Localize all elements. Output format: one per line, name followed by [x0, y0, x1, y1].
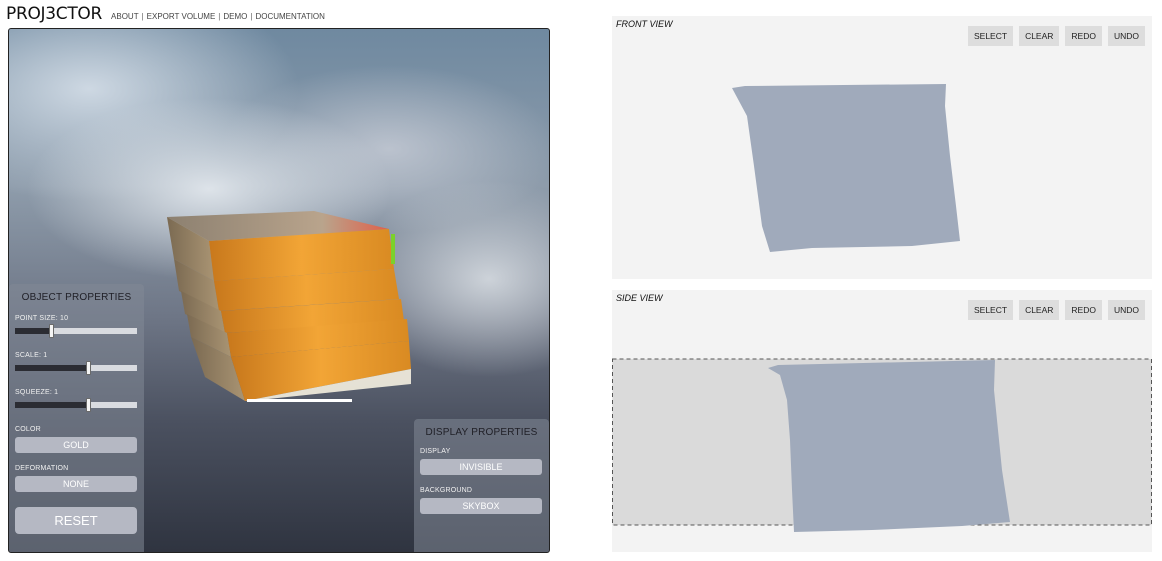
- side-clear-button[interactable]: CLEAR: [1019, 300, 1060, 320]
- scale-label: SCALE: 1: [15, 352, 48, 359]
- front-clear-button[interactable]: CLEAR: [1019, 26, 1060, 46]
- side-view-toolbar: SELECT CLEAR REDO UNDO: [967, 300, 1145, 320]
- nav-separator: |: [250, 12, 253, 21]
- deformation-label: DEFORMATION: [15, 465, 69, 472]
- scale-slider-fill: [15, 365, 89, 371]
- side-view-title: SIDE VIEW: [616, 293, 663, 303]
- object-properties-panel: OBJECT PROPERTIES POINT SIZE: 10 SCALE: …: [9, 284, 144, 552]
- app-header: PROJ3CTOR ABOUT | EXPORT VOLUME | DEMO |…: [6, 4, 325, 26]
- nav-demo-link[interactable]: DEMO: [223, 12, 247, 21]
- background-label: BACKGROUND: [420, 487, 473, 494]
- point-size-slider[interactable]: [15, 324, 137, 338]
- side-select-button[interactable]: SELECT: [967, 300, 1014, 320]
- deformation-select-button[interactable]: NONE: [15, 476, 137, 492]
- front-redo-button[interactable]: REDO: [1065, 26, 1102, 46]
- nav-export-volume-link[interactable]: EXPORT VOLUME: [147, 12, 216, 21]
- squeeze-slider-fill: [15, 402, 89, 408]
- front-undo-button[interactable]: UNDO: [1107, 26, 1145, 46]
- 3d-viewport[interactable]: OBJECT PROPERTIES POINT SIZE: 10 SCALE: …: [8, 28, 550, 553]
- squeeze-slider[interactable]: [15, 398, 137, 412]
- display-properties-panel: DISPLAY PROPERTIES DISPLAY INVISIBLE BAC…: [414, 419, 549, 552]
- front-view-canvas[interactable]: [612, 16, 1152, 279]
- front-view-toolbar: SELECT CLEAR REDO UNDO: [967, 26, 1145, 46]
- nav-documentation-link[interactable]: DOCUMENTATION: [255, 12, 324, 21]
- side-view-panel: SIDE VIEW SELECT CLEAR REDO UNDO: [612, 290, 1152, 552]
- object-properties-title: OBJECT PROPERTIES: [21, 292, 132, 303]
- reset-button[interactable]: RESET: [15, 507, 137, 534]
- side-view-shape: [768, 360, 1010, 532]
- nav-about-link[interactable]: ABOUT: [111, 12, 139, 21]
- point-size-slider-fill: [15, 328, 52, 334]
- color-select-button[interactable]: GOLD: [15, 437, 137, 453]
- scale-slider[interactable]: [15, 361, 137, 375]
- point-size-label: POINT SIZE: 10: [15, 315, 69, 322]
- side-redo-button[interactable]: REDO: [1065, 300, 1102, 320]
- display-select-button[interactable]: INVISIBLE: [420, 459, 542, 475]
- front-select-button[interactable]: SELECT: [967, 26, 1014, 46]
- squeeze-slider-thumb[interactable]: [85, 398, 91, 412]
- squeeze-label: SQUEEZE: 1: [15, 389, 59, 396]
- side-view-canvas[interactable]: [612, 290, 1152, 552]
- color-label: COLOR: [15, 426, 41, 433]
- side-undo-button[interactable]: UNDO: [1107, 300, 1145, 320]
- front-view-shape: [732, 84, 960, 252]
- gold-object: [167, 211, 411, 402]
- nav-separator: |: [141, 12, 144, 21]
- background-select-button[interactable]: SKYBOX: [420, 498, 542, 514]
- front-view-title: FRONT VIEW: [616, 19, 673, 29]
- front-view-panel: FRONT VIEW SELECT CLEAR REDO UNDO: [612, 16, 1152, 279]
- top-nav: ABOUT | EXPORT VOLUME | DEMO | DOCUMENTA…: [111, 12, 325, 21]
- app-logo: PROJ3CTOR: [6, 4, 103, 24]
- point-size-slider-thumb[interactable]: [49, 324, 55, 338]
- scale-slider-thumb[interactable]: [85, 361, 91, 375]
- display-properties-title: DISPLAY PROPERTIES: [425, 427, 538, 438]
- display-label: DISPLAY: [420, 448, 451, 455]
- nav-separator: |: [218, 12, 221, 21]
